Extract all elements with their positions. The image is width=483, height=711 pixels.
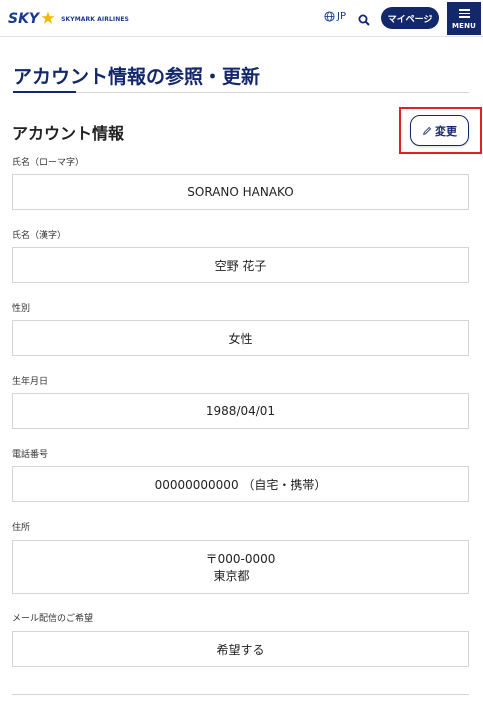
name-romaji-field: SORANO HANAKO (12, 174, 469, 210)
address-label: 住所 (12, 523, 31, 533)
logo-subtext: SKYMARK AIRLINES (61, 15, 129, 23)
search-button[interactable] (358, 11, 370, 30)
newsletter-label: メール配信のご希望 (12, 614, 94, 624)
menu-button[interactable]: MENU (447, 2, 481, 35)
birthdate-value: 1988/04/01 (205, 404, 276, 418)
title-underline-accent (13, 91, 76, 93)
site-header: SKY SKYMARK AIRLINES JP マイページ MENU (0, 0, 483, 37)
menu-label: MENU (451, 21, 477, 30)
language-label: JP (337, 11, 346, 22)
globe-icon (324, 11, 335, 22)
gender-field: 女性 (12, 320, 469, 356)
newsletter-field: 希望する (12, 631, 469, 667)
mypage-label: マイページ (387, 14, 433, 25)
section-divider (12, 694, 469, 695)
newsletter-value: 希望する (216, 642, 265, 657)
name-romaji-value: SORANO HANAKO (187, 185, 294, 199)
mypage-button[interactable]: マイページ (381, 7, 439, 29)
edit-button-label: 変更 (435, 124, 457, 138)
gender-label: 性別 (12, 304, 31, 314)
page-title: アカウント情報の参照・更新 (13, 66, 261, 88)
search-icon (358, 14, 370, 26)
name-romaji-label: 氏名（ローマ字） (12, 158, 85, 168)
address-field: 〒000-0000 東京都 (12, 540, 469, 594)
pencil-icon (423, 126, 432, 135)
gender-value: 女性 (228, 331, 253, 346)
language-switcher[interactable]: JP (324, 11, 346, 22)
name-kanji-label: 氏名（漢字） (12, 231, 67, 241)
edit-button[interactable]: 変更 (410, 115, 469, 146)
logo-star-icon (41, 11, 55, 24)
address-postal: 〒000-0000 (205, 552, 276, 566)
logo-text: SKY (8, 11, 40, 27)
skymark-logo[interactable]: SKY SKYMARK AIRLINES (8, 8, 129, 30)
birthdate-field: 1988/04/01 (12, 393, 469, 429)
birthdate-label: 生年月日 (12, 377, 49, 387)
phone-field: 00000000000 （自宅・携帯） (12, 466, 469, 502)
title-underline (76, 92, 469, 93)
name-kanji-value: 空野 花子 (214, 258, 267, 273)
name-kanji-field: 空野 花子 (12, 247, 469, 283)
phone-label: 電話番号 (12, 450, 49, 460)
hamburger-icon (458, 7, 470, 20)
phone-value: 00000000000 （自宅・携帯） (154, 477, 327, 492)
address-prefecture: 東京都 (213, 569, 250, 583)
section-title: アカウント情報 (12, 124, 125, 143)
